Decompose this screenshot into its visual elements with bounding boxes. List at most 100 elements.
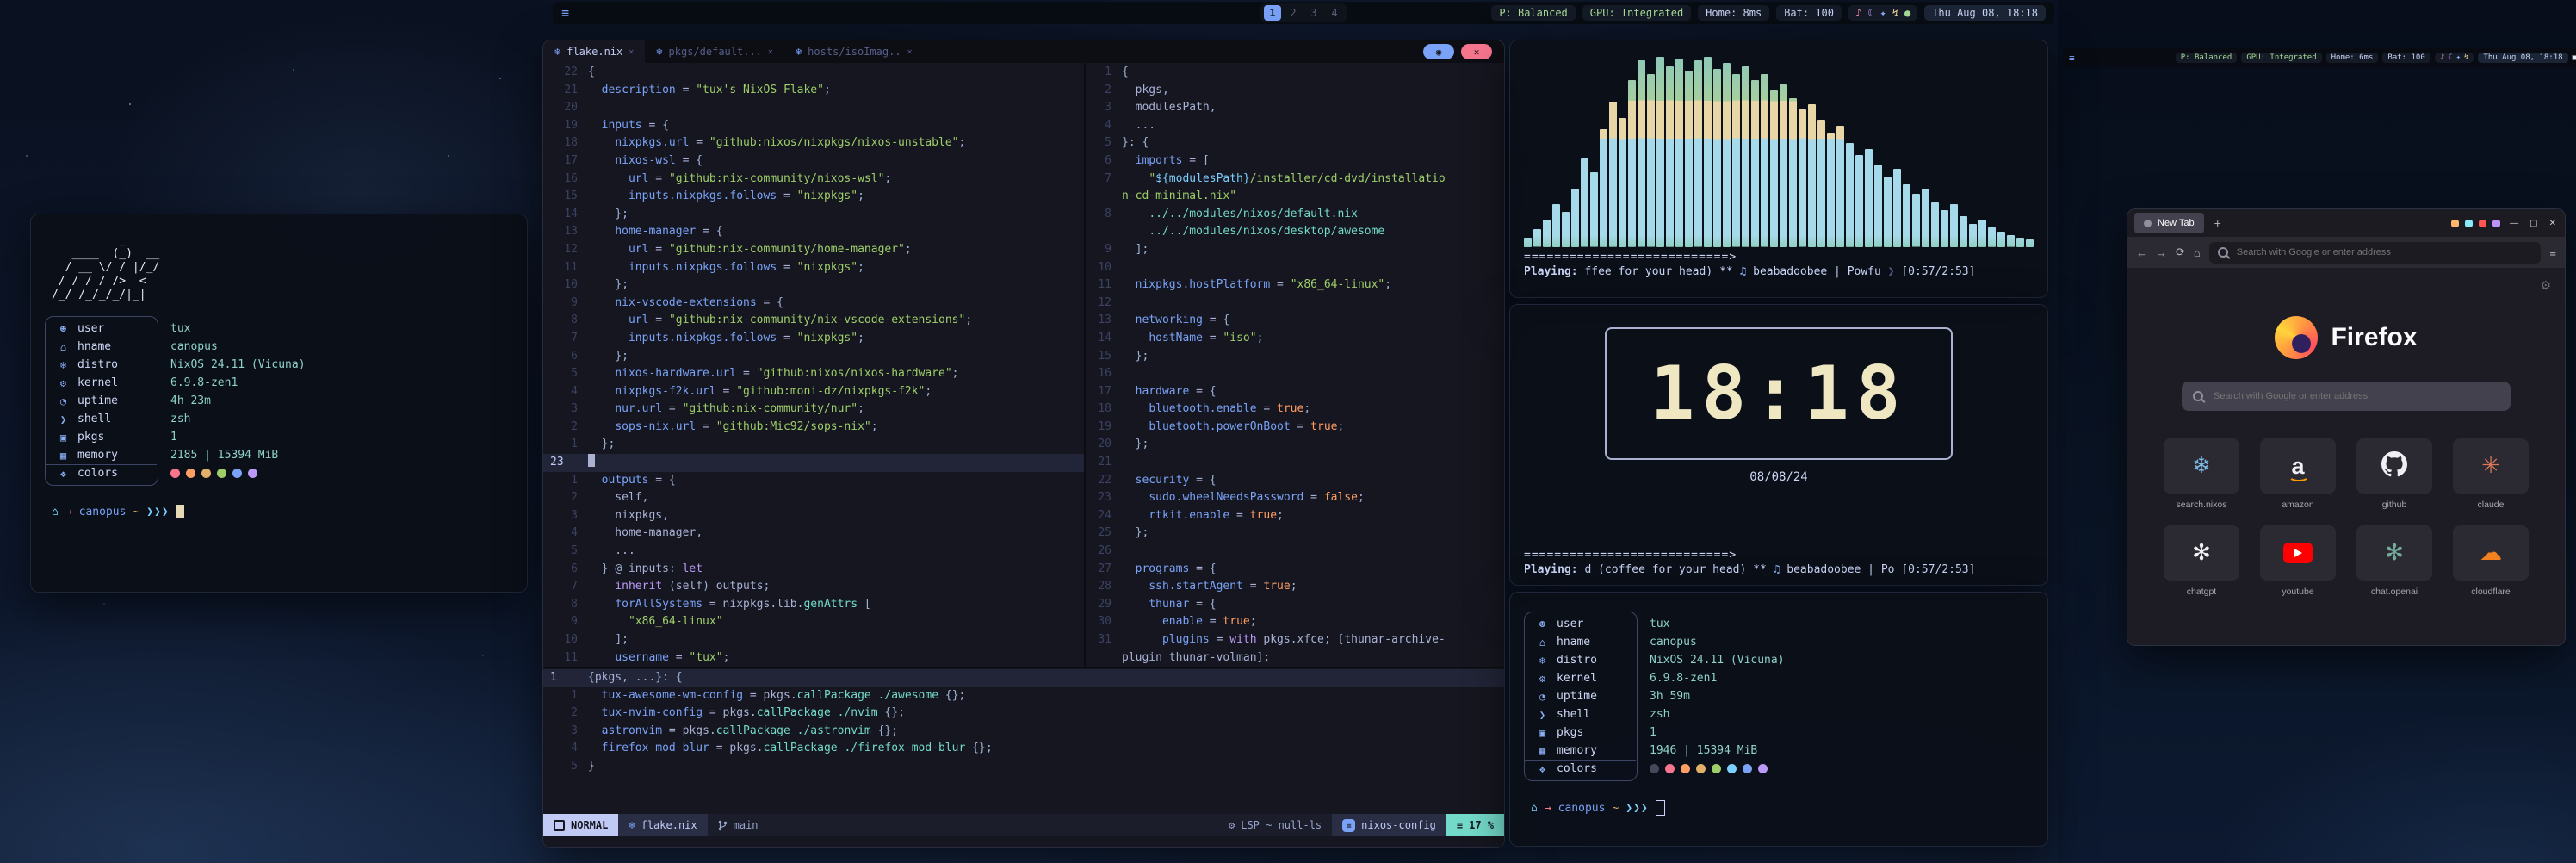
visualizer-bar (1656, 57, 1664, 247)
tab-label: flake.nix (567, 46, 622, 58)
code-text: nixpkgs.hostPlatform = "x86_64-linux"; (1122, 276, 1391, 295)
menu-icon[interactable]: ≡ (561, 5, 569, 21)
user-icon: ☻ (1536, 618, 1549, 630)
shortcut-chat-openai[interactable]: ✻chat.openai (2356, 525, 2432, 597)
tab-close-icon[interactable]: ✕ (768, 47, 773, 57)
color-palette (157, 467, 263, 480)
shortcut-card[interactable] (2356, 438, 2432, 494)
fastfetch-table: ☻usertux⌂hnamecanopus❄distroNixOS 24.11 … (52, 316, 430, 486)
shortcut-card[interactable] (2260, 525, 2336, 581)
shortcut-card[interactable]: ❄ (2164, 438, 2239, 494)
visualizer-bar (1808, 104, 1816, 247)
back-button[interactable]: ← (2136, 246, 2147, 259)
home-button[interactable]: ⌂ (2194, 246, 2201, 259)
network-icon[interactable]: ✦ (2456, 53, 2461, 62)
editor-pane-iso[interactable]: 1{2 pkgs,3 modulesPath,4 ...5}: {6 impor… (1086, 63, 1504, 667)
code-line: 18 bluetooth.enable = true; (1086, 400, 1504, 419)
code-text: plugins = with pkgs.xfce; [thunar-archiv… (1122, 631, 1446, 649)
search-icon (2218, 247, 2228, 258)
shortcut-claude[interactable]: ✳claude (2453, 438, 2529, 510)
code-text: sudo.wheelNeedsPassword = false; (1122, 489, 1365, 507)
address-bar[interactable] (2209, 242, 2542, 264)
terminal-cursor (176, 505, 184, 518)
line-number: 9 (543, 295, 588, 313)
shortcut-amazon[interactable]: aamazon (2260, 438, 2336, 510)
visualizer-bar (1770, 90, 1778, 247)
new-tab-button[interactable]: + (2211, 216, 2225, 230)
close-buffer-button[interactable]: ✕ (1461, 44, 1492, 59)
shortcut-cloudflare[interactable]: ☁cloudflare (2453, 525, 2529, 597)
minimize-button[interactable]: — (2508, 219, 2520, 228)
gear-icon: ⚙ (1229, 819, 1235, 831)
newtab-search-input[interactable] (2212, 390, 2499, 402)
visualizer-bar (1846, 143, 1854, 247)
forward-button[interactable]: → (2156, 246, 2167, 259)
fetch-row-distro: ❄distroNixOS 24.11 (Vicuna) (1531, 651, 1910, 669)
workspace-button-2[interactable]: 2 (1285, 5, 1302, 21)
power-icon[interactable]: ↯ (1892, 7, 1898, 19)
shortcut-card[interactable]: ✻ (2164, 525, 2239, 581)
shell-icon: ❯ (1536, 709, 1549, 721)
volume-icon[interactable]: ♪ (2440, 53, 2444, 62)
clock-widget[interactable]: Thu Aug 08, 18:18 (2478, 53, 2567, 63)
editor-tab-flake-nix[interactable]: ❄flake.nix✕ (543, 40, 645, 63)
visualizer-bar (1571, 189, 1579, 247)
line-number: 8 (543, 596, 588, 614)
line-number: 2 (543, 705, 588, 723)
memory-icon: ▦ (1536, 745, 1549, 757)
newtab-search-bar[interactable] (2182, 382, 2511, 411)
shortcut-chatgpt[interactable]: ✻chatgpt (2164, 525, 2239, 597)
night-light-icon[interactable]: ☾ (2448, 53, 2452, 62)
night-light-icon[interactable]: ☾ (1867, 7, 1873, 19)
tab-close-icon[interactable]: ✕ (629, 47, 634, 57)
tab-new-tab[interactable]: New Tab (2134, 213, 2204, 233)
url-input[interactable] (2235, 246, 2533, 258)
shell-prompt[interactable]: ⌂ → canopus ~ ❯❯❯ (52, 505, 506, 518)
workspace-button-4[interactable]: 4 (1326, 5, 1343, 21)
editor-tab-pkgs-default-[interactable]: ❄pkgs/default...✕ (645, 40, 784, 63)
extension-icon[interactable] (2451, 220, 2459, 227)
eye-toggle-button[interactable]: ◉ (1423, 44, 1454, 59)
power-icon[interactable]: ↯ (2464, 53, 2468, 62)
status-home: Home: 6ms (2326, 53, 2379, 63)
code-line: 23 (543, 454, 1084, 472)
tab-close-icon[interactable]: ✕ (907, 47, 913, 57)
extension-icon[interactable] (2465, 220, 2473, 227)
fetch-label: hname (1557, 636, 1590, 649)
clock-widget[interactable]: Thu Aug 08, 18:18 (1924, 5, 2046, 21)
workspace-button-1[interactable]: 1 (1264, 5, 1281, 21)
shortcut-github[interactable]: github (2356, 438, 2432, 510)
editor-pane-pkgs[interactable]: 1{pkgs, ...}: {1 tux-awesome-wm-config =… (543, 668, 1504, 814)
shortcut-youtube[interactable]: youtube (2260, 525, 2336, 597)
personalize-gear-icon[interactable]: ⚙ (2540, 278, 2551, 293)
shell-prompt[interactable]: ⌂ → canopus ~ ❯❯❯ (1531, 800, 2027, 816)
shortcut-card[interactable]: ✻ (2356, 525, 2432, 581)
shortcut-card[interactable]: ☁ (2453, 525, 2529, 581)
line-number: 5 (543, 365, 588, 383)
maximize-button[interactable]: ▢ (2528, 219, 2539, 228)
editor-pane-flake[interactable]: 22{21 description = "tux's NixOS Flake";… (543, 63, 1084, 667)
network-icon[interactable]: ✦ (1879, 7, 1886, 19)
shortcut-card[interactable]: a (2260, 438, 2336, 494)
extension-icon[interactable] (2479, 220, 2486, 227)
reload-button[interactable]: ⟳ (2176, 245, 2185, 259)
menu-icon[interactable]: ≡ (2069, 53, 2075, 64)
extension-icon[interactable] (2492, 220, 2500, 227)
status-dot-icon[interactable]: ● (1904, 7, 1910, 19)
code-line: 1 }; (543, 436, 1084, 454)
workspace-button-3[interactable]: 3 (1305, 5, 1322, 21)
line-number: 22 (543, 64, 588, 82)
menu-button[interactable]: ≡ (2549, 246, 2556, 259)
close-button[interactable]: ✕ (2548, 219, 2558, 228)
layout-indicator-icon[interactable]: ▣ (2573, 53, 2576, 62)
fetch-row-user: ☻usertux (1531, 615, 1910, 633)
line-number: 20 (1086, 436, 1122, 454)
editor-tab-hosts-isoImag-[interactable]: ❄hosts/isoImag..✕ (784, 40, 924, 63)
code-line: 13 networking = { (1086, 312, 1504, 330)
extension-icons (2451, 220, 2500, 227)
volume-icon[interactable]: ♪ (1855, 7, 1861, 19)
shortcut-search-nixos[interactable]: ❄search.nixos (2164, 438, 2239, 510)
code-line: 4 nixpkgs-f2k.url = "github:moni-dz/nixp… (543, 383, 1084, 401)
shortcut-card[interactable]: ✳ (2453, 438, 2529, 494)
command-line[interactable] (543, 836, 1504, 847)
